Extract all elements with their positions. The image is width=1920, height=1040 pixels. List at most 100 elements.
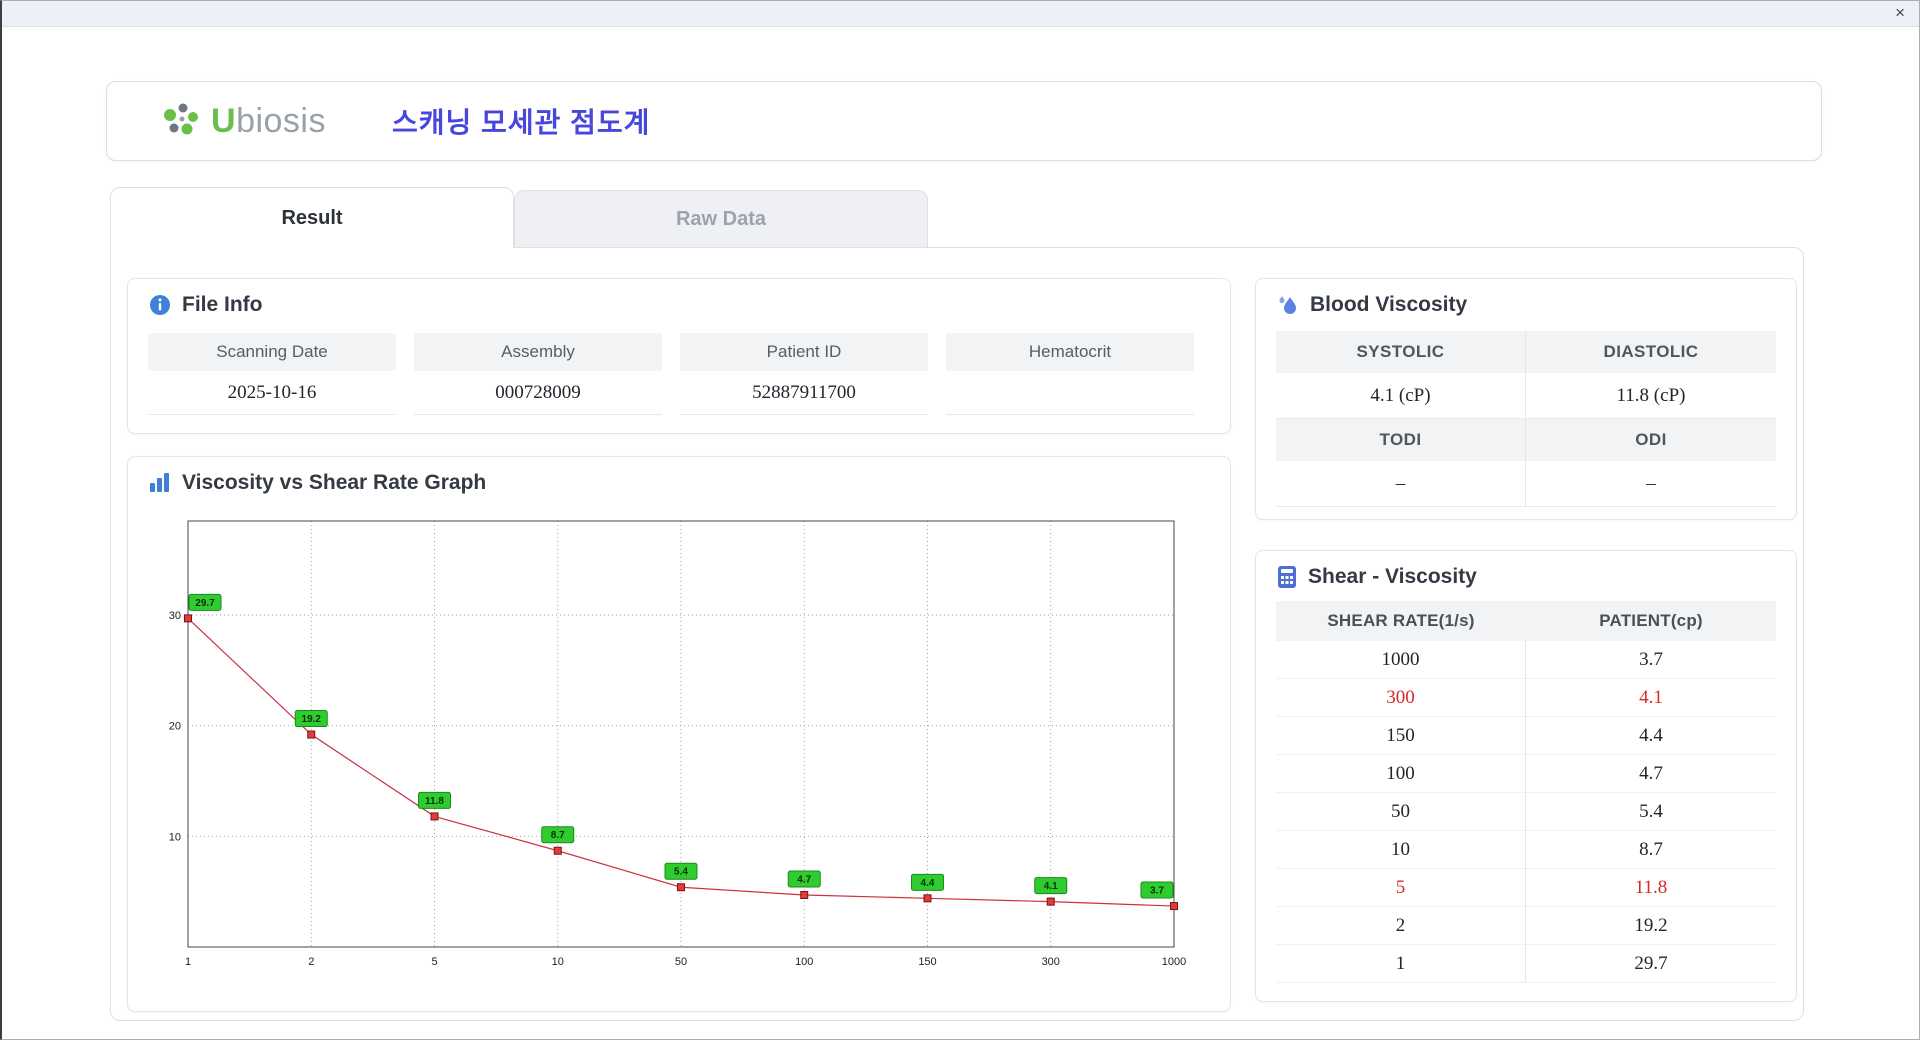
y-tick-label: 10 — [169, 831, 181, 843]
chart-point — [677, 883, 685, 892]
sv-shear-value: 5 — [1276, 869, 1526, 906]
point-label: 4.7 — [797, 874, 811, 885]
logo-text-u: U — [211, 101, 237, 140]
sv-shear-value: 100 — [1276, 755, 1526, 792]
close-icon[interactable]: × — [1895, 3, 1905, 23]
x-tick-label: 100 — [795, 956, 813, 968]
file-info-title-row: File Info — [148, 293, 1210, 317]
ubiosis-logo: Ubiosis — [159, 100, 326, 142]
table-row: 2 19.2 — [1276, 907, 1776, 945]
bv-header-diastolic: DIASTOLIC — [1526, 331, 1776, 373]
x-tick-label: 5 — [431, 956, 437, 968]
shear-viscosity-table: SHEAR RATE(1/s) PATIENT(cp) 1000 3.7 300 4.… — [1276, 601, 1776, 983]
sv-patient-value: 29.7 — [1634, 952, 1668, 974]
blood-viscosity-table: SYSTOLIC DIASTOLIC 4.1 (cP) 11.8 (cP) TO… — [1276, 331, 1776, 507]
tab-result-label: Result — [281, 206, 343, 229]
graph-title: Viscosity vs Shear Rate Graph — [182, 471, 487, 494]
chart-point — [307, 730, 316, 739]
point-label: 3.7 — [1150, 886, 1164, 897]
chart-point — [800, 890, 809, 899]
file-field-scanning-date: Scanning Date 2025-10-16 — [148, 333, 396, 415]
sv-patient-value: 3.7 — [1639, 648, 1663, 670]
table-row: 300 4.1 — [1276, 679, 1776, 717]
shear-viscosity-title: Shear - Viscosity — [1308, 565, 1477, 588]
page-title: 스캐닝 모세관 점도계 — [392, 107, 651, 138]
point-label: 29.7 — [195, 598, 215, 609]
logo-dots-icon — [164, 103, 198, 135]
table-row: 10 8.7 — [1276, 831, 1776, 869]
droplet-icon — [1279, 296, 1296, 314]
chart-point — [430, 812, 439, 821]
sv-shear-value: 150 — [1276, 717, 1526, 754]
x-tick-label: 2 — [308, 956, 314, 968]
tab-raw-data[interactable]: Raw Data — [514, 190, 928, 248]
tab-raw-data-label: Raw Data — [675, 208, 767, 230]
tab-result[interactable]: Result — [110, 187, 514, 248]
sv-col-patient: PATIENT(cp) — [1599, 611, 1703, 630]
sv-shear-value: 300 — [1276, 679, 1526, 716]
sv-patient-value: 4.4 — [1639, 724, 1663, 746]
table-row: 50 5.4 — [1276, 793, 1776, 831]
table-row: 1000 3.7 — [1276, 641, 1776, 679]
file-field-assembly: Assembly 000728009 — [414, 333, 662, 415]
file-field-value: 000728009 — [414, 371, 662, 415]
blood-viscosity-card: Blood Viscosity SYSTOLIC DIASTOLIC 4.1 (… — [1255, 278, 1797, 520]
x-tick-label: 300 — [1042, 956, 1060, 968]
file-field-label: Hematocrit — [946, 333, 1194, 371]
point-label: 11.8 — [425, 796, 444, 807]
shear-viscosity-card: Shear - Viscosity SHEAR RATE(1/s) PATIEN… — [1255, 550, 1797, 1002]
graph-card: Viscosity vs Shear Rate Graph 10 20 30 1 2 5 1… — [127, 456, 1231, 1012]
file-field-value — [946, 371, 1194, 415]
content-panel: File Info Scanning Date 2025-10-16 Assembl… — [110, 247, 1804, 1021]
file-info-title: File Info — [182, 293, 263, 316]
logo-text-rest: biosis — [236, 101, 326, 140]
file-field-hematocrit: Hematocrit — [946, 333, 1194, 415]
file-info-card: File Info Scanning Date 2025-10-16 Assembl… — [127, 278, 1231, 434]
chart-point — [1046, 897, 1055, 906]
sv-patient-value: 11.8 — [1634, 876, 1668, 898]
bv-value-todi: – — [1276, 461, 1526, 507]
blood-viscosity-title-row: Blood Viscosity — [1276, 293, 1776, 317]
point-label: 5.4 — [674, 867, 688, 878]
file-field-patient-id: Patient ID 52887911700 — [680, 333, 928, 415]
y-tick-label: 20 — [169, 721, 181, 733]
viscosity-shear-chart: 10 20 30 1 2 5 10 50 100 150 300 1000 29.7 19.2 11.8 8.… — [169, 520, 1186, 968]
calculator-icon — [1278, 566, 1296, 588]
table-row: 1 29.7 — [1276, 945, 1776, 983]
logo-text: Ubiosis — [211, 102, 326, 141]
y-tick-label: 30 — [169, 610, 181, 622]
chart-point — [923, 894, 932, 903]
sv-patient-value: 19.2 — [1634, 914, 1668, 936]
file-field-value: 2025-10-16 — [148, 371, 396, 415]
bv-header-todi: TODI — [1276, 419, 1526, 461]
sv-patient-value: 5.4 — [1639, 800, 1663, 822]
table-row: 150 4.4 — [1276, 717, 1776, 755]
sv-col-shear-rate: SHEAR RATE(1/s) — [1327, 611, 1475, 630]
file-field-label: Scanning Date — [148, 333, 396, 371]
sv-patient-value: 4.1 — [1639, 686, 1663, 708]
sv-shear-value: 10 — [1276, 831, 1526, 868]
x-tick-label: 50 — [675, 956, 687, 968]
point-label: 8.7 — [551, 830, 565, 841]
window-titlebar: × — [2, 1, 1919, 27]
point-label: 19.2 — [302, 714, 322, 725]
bv-value-diastolic: 11.8 (cP) — [1526, 373, 1776, 419]
sv-shear-value: 2 — [1276, 907, 1526, 944]
shear-viscosity-title-row: Shear - Viscosity — [1276, 565, 1776, 589]
sv-shear-value: 1 — [1276, 945, 1526, 982]
x-tick-label: 1 — [185, 956, 191, 968]
file-field-value: 52887911700 — [680, 371, 928, 415]
file-field-label: Patient ID — [680, 333, 928, 371]
bv-header-systolic: SYSTOLIC — [1276, 331, 1526, 373]
sv-patient-value: 8.7 — [1639, 838, 1663, 860]
sv-shear-value: 1000 — [1276, 641, 1526, 678]
point-label: 4.4 — [921, 878, 935, 889]
blood-viscosity-title: Blood Viscosity — [1310, 293, 1468, 316]
bar-chart-icon — [150, 473, 169, 492]
chart-point — [184, 614, 192, 623]
sv-shear-value: 50 — [1276, 793, 1526, 830]
x-tick-label: 10 — [552, 956, 564, 968]
point-label: 4.1 — [1044, 881, 1058, 892]
x-tick-label: 150 — [918, 956, 936, 968]
table-row: 100 4.7 — [1276, 755, 1776, 793]
